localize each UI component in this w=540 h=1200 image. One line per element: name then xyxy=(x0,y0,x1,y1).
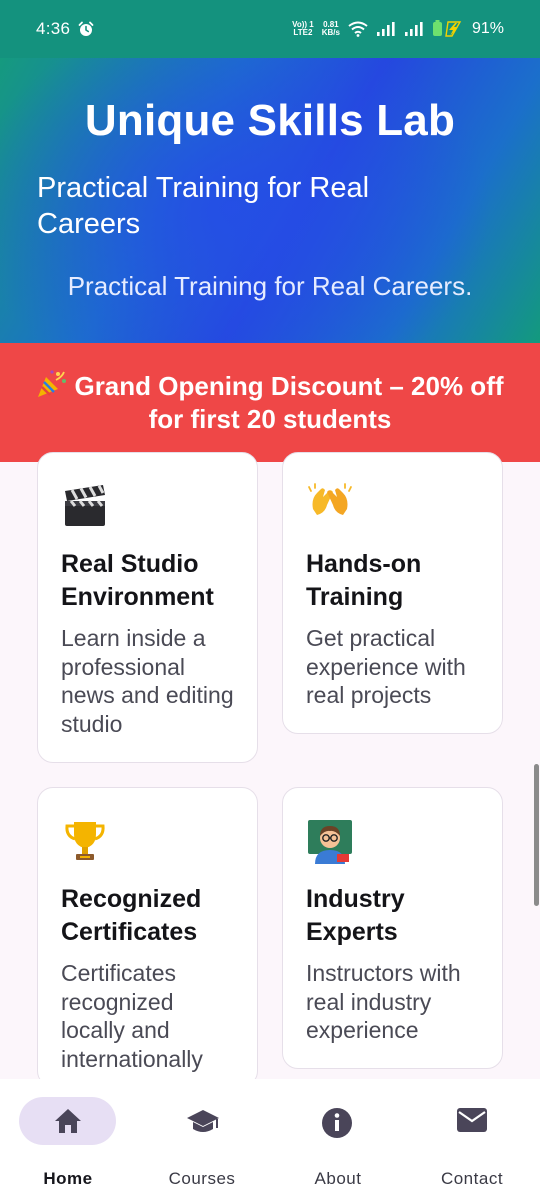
hero-tagline: Practical Training for Real Careers. xyxy=(67,271,473,301)
hero-subtitle: Practical Training for Real Careers xyxy=(37,172,370,240)
wifi-icon xyxy=(348,21,368,37)
network-type-bottom: LTE2 xyxy=(293,28,313,37)
alarm-icon xyxy=(78,21,94,36)
trophy-icon xyxy=(65,822,105,860)
battery-charging-icon xyxy=(432,20,462,37)
nav-item-about[interactable]: About xyxy=(278,1097,398,1197)
hero-title: Unique Skills Lab xyxy=(84,96,456,145)
party-popper-icon xyxy=(38,370,67,397)
feature-description: Get practical experience with real proje… xyxy=(306,625,466,708)
status-time: 4:36 xyxy=(36,19,71,38)
promo-text-wrapper: Grand Opening Discount – 20% off for fir… xyxy=(24,369,516,436)
graduation-cap-icon xyxy=(187,1110,219,1132)
feature-card-studio[interactable]: Real Studio Environment Learn inside a p… xyxy=(37,452,258,763)
mail-icon xyxy=(457,1108,487,1132)
nav-label-courses: Courses xyxy=(168,1169,236,1188)
nav-item-courses[interactable]: Courses xyxy=(142,1097,262,1197)
promo-text: Grand Opening Discount – 20% off for fir… xyxy=(74,371,504,434)
feature-title: Industry Experts xyxy=(306,885,405,946)
feature-description: Instructors with real industry experienc… xyxy=(306,960,461,1043)
nav-item-contact[interactable]: Contact xyxy=(412,1097,532,1197)
network-type: Vo)) 1 LTE2 xyxy=(292,21,314,37)
feature-card-experts[interactable]: Industry Experts Instructors with real i… xyxy=(282,787,503,1069)
network-speed: 0.81 KB/s xyxy=(322,21,340,37)
clapping-hands-icon xyxy=(308,483,352,515)
teacher-icon xyxy=(308,820,352,864)
nav-label-contact: Contact xyxy=(440,1169,504,1188)
home-icon xyxy=(55,1109,81,1133)
hero-header: Unique Skills Lab Practical Training for… xyxy=(0,58,540,343)
bottom-navigation: Home Courses About Contact xyxy=(0,1079,540,1200)
battery-percentage: 91% xyxy=(471,20,504,37)
nav-item-home[interactable]: Home xyxy=(8,1097,128,1197)
signal-icon xyxy=(376,22,395,36)
feature-description: Learn inside a professional news and edi… xyxy=(61,625,234,737)
nav-label-about: About xyxy=(314,1169,362,1188)
feature-title: Recognized Certificates xyxy=(61,885,202,946)
signal-icon xyxy=(404,22,423,36)
nav-label-home: Home xyxy=(43,1169,93,1188)
promo-banner[interactable]: Grand Opening Discount – 20% off for fir… xyxy=(0,343,540,462)
clapper-board-icon xyxy=(65,485,105,526)
info-icon xyxy=(322,1108,352,1138)
feature-card-hands-on[interactable]: Hands-on Training Get practical experien… xyxy=(282,452,503,734)
feature-description: Certificates recognized locally and inte… xyxy=(61,960,203,1072)
feature-card-certificates[interactable]: Recognized Certificates Certificates rec… xyxy=(37,787,258,1087)
scrollbar[interactable] xyxy=(534,764,539,906)
feature-title: Real Studio Environment xyxy=(61,550,214,611)
status-bar: 4:36 Vo)) 1 LTE2 0.81 KB/s 91% xyxy=(0,0,540,58)
network-speed-unit: KB/s xyxy=(321,28,340,37)
feature-title: Hands-on Training xyxy=(306,550,422,611)
